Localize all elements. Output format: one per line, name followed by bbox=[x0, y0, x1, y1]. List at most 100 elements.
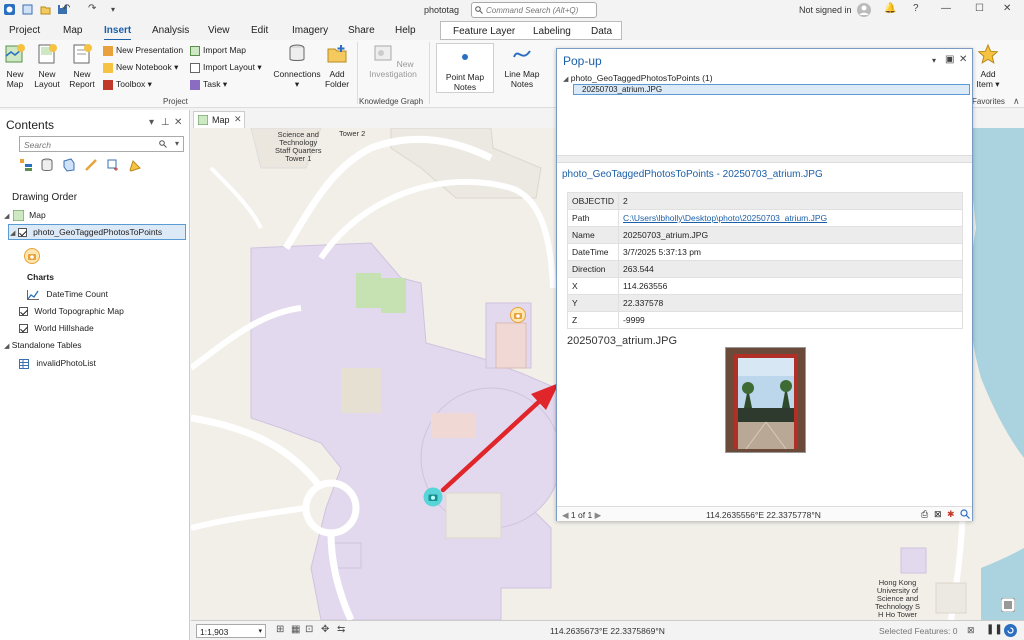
expand-icon[interactable]: ◢ bbox=[10, 230, 15, 237]
new-presentation-button[interactable]: New Presentation bbox=[103, 45, 183, 56]
tab-view[interactable]: View bbox=[208, 25, 230, 36]
customize-qa-icon[interactable]: ▾ bbox=[111, 5, 115, 14]
contents-search-input[interactable]: Search ▾ bbox=[19, 136, 184, 152]
popup-layer-node[interactable]: ◢ photo_GeoTaggedPhotosToPoints (1) bbox=[563, 73, 713, 83]
print-icon[interactable]: ⎙ bbox=[921, 509, 931, 519]
redo-icon[interactable]: ↷ bbox=[88, 3, 96, 14]
close-tab-icon[interactable]: ✕ bbox=[234, 114, 242, 125]
snapping-icon[interactable]: ⊡ bbox=[305, 624, 313, 635]
list-by-labeling-icon[interactable] bbox=[128, 158, 142, 172]
contents-pane: Contents ▾ ⊥ ✕ Search ▾ Drawing Order ◢ … bbox=[0, 110, 190, 640]
new-report-icon bbox=[73, 44, 92, 64]
table-icon bbox=[19, 358, 29, 369]
tree-item-standalone-tables[interactable]: ◢ Standalone Tables bbox=[4, 340, 82, 350]
tab-map-view[interactable]: Map ✕ bbox=[193, 111, 245, 128]
list-by-drawing-order-icon[interactable] bbox=[19, 158, 33, 172]
new-layout-button[interactable]: New Layout bbox=[30, 43, 64, 89]
tab-help[interactable]: Help bbox=[395, 25, 416, 36]
layer-visibility-checkbox[interactable] bbox=[19, 324, 28, 334]
next-feature-icon[interactable]: ▶ bbox=[595, 510, 602, 520]
layer-visibility-checkbox[interactable] bbox=[19, 307, 28, 317]
tree-item-topographic[interactable]: World Topographic Map bbox=[19, 306, 124, 317]
layer-visibility-checkbox[interactable] bbox=[17, 228, 27, 238]
import-layout-button[interactable]: Import Layout ▾ bbox=[190, 62, 262, 73]
pane-options-icon[interactable]: ▾ bbox=[149, 117, 154, 128]
toolbox-button[interactable]: Toolbox ▾ bbox=[103, 79, 152, 90]
minimize-button[interactable]: — bbox=[941, 3, 951, 14]
popup-maximize-icon[interactable]: ▣ bbox=[945, 54, 954, 65]
new-map-button[interactable]: New Map bbox=[2, 43, 28, 89]
pan-icon[interactable]: ✥ bbox=[321, 624, 329, 635]
new-investigation-button[interactable]: New Investigation bbox=[365, 43, 421, 79]
tree-item-hillshade[interactable]: World Hillshade bbox=[19, 323, 94, 334]
list-by-snapping-icon[interactable] bbox=[106, 158, 120, 172]
import-map-button[interactable]: Import Map bbox=[190, 45, 246, 56]
attribute-row: DateTime 3/7/2025 5:37:13 pm bbox=[566, 243, 963, 261]
connections-button[interactable]: Connections ▾ bbox=[271, 43, 323, 89]
navigation-options-icon[interactable]: ⇆ bbox=[337, 624, 345, 635]
pin-icon[interactable]: ⊥ bbox=[161, 117, 170, 128]
tree-item-map[interactable]: ◢ Map bbox=[4, 209, 46, 222]
new-report-button[interactable]: New Report bbox=[66, 43, 98, 89]
selected-photo-point-icon[interactable] bbox=[423, 487, 443, 507]
line-map-notes-button[interactable]: Line Map Notes bbox=[497, 43, 547, 89]
close-button[interactable]: ✕ bbox=[1003, 3, 1011, 14]
sign-in-status[interactable]: Not signed in bbox=[799, 5, 852, 15]
tab-imagery[interactable]: Imagery bbox=[292, 25, 328, 36]
tree-item-datetime-chart[interactable]: DateTime Count bbox=[27, 289, 108, 300]
tree-item-invalid-photo-list[interactable]: invalidPhotoList bbox=[19, 358, 96, 369]
refresh-map-icon[interactable] bbox=[1004, 624, 1017, 637]
refresh-icon[interactable]: ⊠ bbox=[967, 625, 975, 636]
export-icon[interactable]: ⊠ bbox=[934, 509, 944, 519]
list-by-selection-icon[interactable] bbox=[62, 158, 76, 172]
tab-insert[interactable]: Insert bbox=[104, 25, 132, 41]
popup-feature-node[interactable]: 20250703_atrium.JPG bbox=[573, 84, 970, 95]
tab-map[interactable]: Map bbox=[63, 25, 82, 36]
tab-analysis[interactable]: Analysis bbox=[152, 25, 189, 36]
popup-options-icon[interactable]: ▾ bbox=[932, 56, 936, 65]
tab-data[interactable]: Data bbox=[591, 26, 612, 37]
map-notification-icon[interactable] bbox=[1001, 598, 1015, 612]
group-favorites-label: Favorites bbox=[972, 97, 1005, 106]
tab-labeling[interactable]: Labeling bbox=[533, 26, 571, 37]
notifications-icon[interactable]: 🔔 bbox=[884, 3, 896, 14]
help-button[interactable]: ? bbox=[913, 3, 919, 14]
task-button[interactable]: Task ▾ bbox=[190, 79, 227, 90]
attribute-value: 2 bbox=[618, 192, 963, 210]
expand-icon[interactable]: ◢ bbox=[4, 213, 9, 220]
flash-icon[interactable]: ✱ bbox=[947, 509, 957, 519]
tab-project[interactable]: Project bbox=[9, 25, 40, 36]
list-by-source-icon[interactable] bbox=[40, 158, 54, 172]
popup-splitter[interactable] bbox=[557, 155, 972, 163]
tree-item-photo-layer[interactable]: ◢ photo_GeoTaggedPhotosToPoints bbox=[10, 227, 162, 238]
photo-thumbnail[interactable] bbox=[725, 347, 806, 453]
scale-selector[interactable]: 1:1,903 ▾ bbox=[196, 624, 266, 638]
previous-feature-icon[interactable]: ◀ bbox=[562, 510, 569, 520]
expand-icon[interactable]: ◢ bbox=[563, 76, 568, 83]
list-by-editing-icon[interactable] bbox=[84, 158, 98, 172]
user-avatar-icon[interactable] bbox=[857, 3, 871, 17]
popup-close-icon[interactable]: ✕ bbox=[959, 54, 967, 65]
add-item-button[interactable]: Add Item ▾ bbox=[974, 43, 1002, 89]
attribute-path-link[interactable]: C:\Users\lbholly\Desktop\photo\20250703_… bbox=[618, 209, 963, 227]
fixed-zoom-icon[interactable]: ⊞ bbox=[276, 624, 284, 635]
expand-icon[interactable]: ◢ bbox=[4, 343, 9, 350]
tab-share[interactable]: Share bbox=[348, 25, 375, 36]
point-map-notes-button[interactable]: Point Map Notes bbox=[436, 43, 494, 93]
tab-feature-layer[interactable]: Feature Layer bbox=[453, 26, 515, 37]
tab-edit[interactable]: Edit bbox=[251, 25, 268, 36]
maximize-button[interactable]: ☐ bbox=[975, 3, 984, 14]
collapse-ribbon-icon[interactable]: ∧ bbox=[1013, 96, 1020, 107]
zoom-to-icon[interactable] bbox=[960, 509, 970, 519]
chevron-down-icon[interactable]: ▾ bbox=[175, 139, 179, 148]
pause-drawing-icon[interactable]: ❚❚ bbox=[986, 624, 1003, 635]
grid-icon[interactable]: ▦ bbox=[291, 624, 300, 635]
command-search-input[interactable]: Command Search (Alt+Q) bbox=[471, 2, 597, 18]
new-project-icon[interactable] bbox=[22, 4, 33, 15]
close-pane-icon[interactable]: ✕ bbox=[174, 117, 182, 128]
add-folder-button[interactable]: Add Folder bbox=[322, 43, 352, 89]
photo-point-marker-icon[interactable] bbox=[510, 307, 526, 323]
new-notebook-button[interactable]: New Notebook ▾ bbox=[103, 62, 178, 73]
open-folder-icon[interactable] bbox=[40, 4, 51, 15]
undo-icon[interactable]: ↶ bbox=[62, 3, 70, 14]
